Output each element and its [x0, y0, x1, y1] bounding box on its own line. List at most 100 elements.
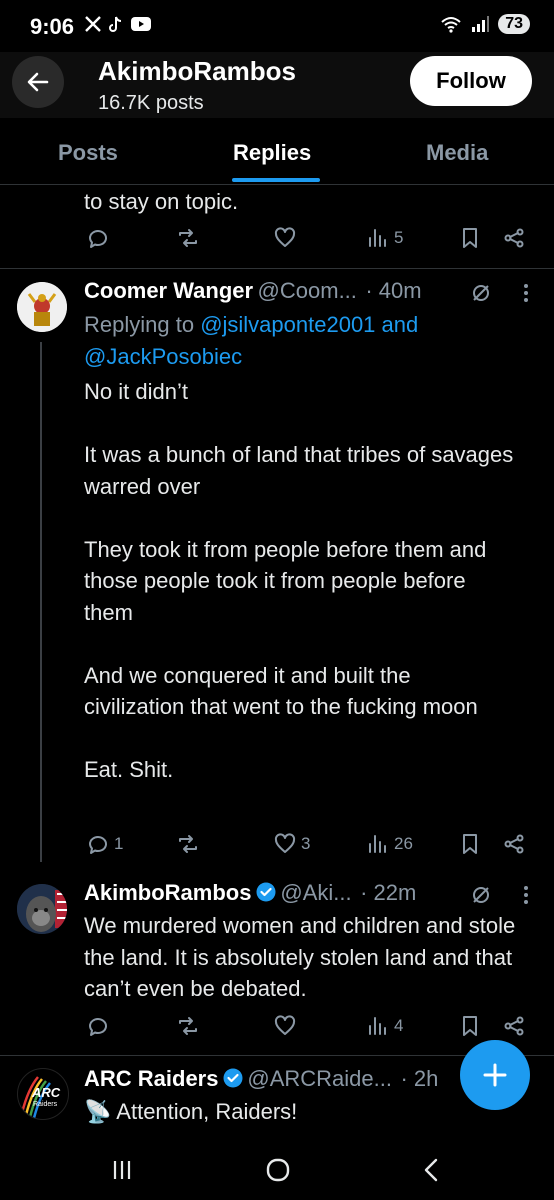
system-navigation-bar — [0, 1140, 554, 1200]
active-tab-indicator — [232, 178, 320, 182]
author-name[interactable]: Coomer Wanger — [84, 278, 253, 303]
arrow-left-icon — [27, 72, 49, 92]
bookmark-button[interactable] — [458, 226, 482, 250]
post-time: · 22m — [360, 880, 417, 905]
arc-raiders-logo-icon: ARC Raiders — [20, 1076, 61, 1119]
analytics-icon — [369, 835, 386, 853]
post-text: to stay on topic. — [84, 189, 239, 214]
recent-apps-icon[interactable] — [110, 1158, 134, 1182]
back-nav-icon[interactable] — [420, 1156, 444, 1184]
share-icon — [504, 228, 524, 248]
views-button[interactable]: 26 — [366, 832, 413, 856]
avatar[interactable] — [17, 282, 67, 332]
like-button[interactable]: 3 — [273, 832, 310, 856]
bookmark-button[interactable] — [458, 1014, 482, 1038]
battery-indicator: 73 — [498, 14, 530, 34]
share-button[interactable] — [502, 1014, 526, 1038]
status-time: 9:06 — [30, 14, 75, 39]
reply-button[interactable] — [86, 1014, 110, 1038]
reply-header: AkimboRambos @Aki... · 22m — [84, 880, 484, 906]
reply-button[interactable] — [86, 226, 110, 250]
x-logo-icon — [85, 16, 101, 32]
avatar[interactable]: ARC Raiders — [17, 1068, 69, 1120]
bookmark-icon — [463, 834, 477, 854]
profile-header: AkimboRambos 16.7K posts Follow — [0, 52, 554, 118]
repost-button[interactable] — [176, 1014, 200, 1038]
share-button[interactable] — [502, 832, 526, 856]
svg-text:ARC: ARC — [31, 1085, 61, 1100]
author-handle[interactable]: @Aki... — [280, 880, 351, 905]
author-name[interactable]: ARC Raiders — [84, 1066, 218, 1091]
post-text: We murdered women and children and stole… — [84, 913, 522, 1001]
status-bar: 9:06 73 — [0, 0, 554, 52]
wifi-icon — [441, 17, 461, 33]
tiktok-icon — [109, 16, 122, 32]
system-icons: 73 — [440, 14, 530, 34]
divider — [0, 268, 554, 269]
post-time: · 2h — [400, 1066, 439, 1091]
author-handle[interactable]: @Coom... — [258, 278, 357, 303]
more-icon[interactable] — [522, 282, 530, 304]
post-actions: 5 — [0, 226, 554, 258]
tab-media[interactable]: Media — [426, 140, 488, 166]
repost-icon — [179, 229, 197, 247]
post-time: · 40m — [365, 278, 422, 303]
views-button[interactable]: 4 — [366, 1014, 403, 1038]
reply-header: Coomer Wanger @Coom... · 40m — [84, 278, 484, 304]
more-icon[interactable] — [522, 884, 530, 906]
tab-posts[interactable]: Posts — [58, 140, 118, 166]
share-button[interactable] — [502, 226, 526, 250]
post-count: 16.7K posts — [98, 92, 204, 114]
follow-button[interactable]: Follow — [410, 56, 532, 106]
analytics-icon — [369, 229, 386, 247]
reply-count: 1 — [114, 834, 124, 853]
post-actions: 1 3 26 — [0, 832, 554, 864]
view-count: 4 — [394, 1016, 404, 1035]
tab-replies[interactable]: Replies — [233, 140, 311, 166]
author-name[interactable]: AkimboRambos — [84, 880, 251, 905]
mention-link[interactable]: @jsilvaponte2001 — [200, 312, 375, 337]
repost-button[interactable] — [176, 832, 200, 856]
verified-badge-icon — [223, 1068, 243, 1088]
mention-link[interactable]: @JackPosobiec — [84, 344, 242, 369]
comment-icon — [89, 836, 107, 854]
views-button[interactable]: 5 — [366, 226, 403, 250]
avatar-image — [17, 282, 67, 332]
analytics-icon — [369, 1017, 386, 1035]
replying-to: Replying to @jsilvaponte2001 and @JackPo… — [84, 309, 504, 372]
post-text: 📡 Attention, Raiders! — [84, 1099, 298, 1124]
grok-icon[interactable] — [470, 282, 492, 304]
avatar-image — [17, 884, 67, 934]
repost-icon — [179, 835, 197, 853]
svg-text:Raiders: Raiders — [33, 1101, 58, 1108]
youtube-icon — [131, 17, 151, 31]
like-count: 3 — [301, 834, 311, 853]
like-button[interactable] — [273, 1014, 297, 1038]
home-icon[interactable] — [264, 1156, 292, 1184]
heart-icon — [274, 1015, 296, 1035]
back-button[interactable] — [12, 56, 64, 108]
like-button[interactable] — [273, 226, 297, 250]
grok-icon[interactable] — [470, 884, 492, 906]
view-count: 26 — [394, 834, 413, 853]
profile-name: AkimboRambos — [98, 56, 296, 86]
author-handle[interactable]: @ARCRaide... — [247, 1066, 392, 1091]
share-icon — [504, 834, 524, 854]
signal-icon — [472, 16, 490, 32]
comment-icon — [89, 1018, 107, 1036]
reply-button[interactable]: 1 — [86, 832, 123, 856]
comment-icon — [89, 230, 107, 248]
heart-icon — [274, 227, 296, 247]
reply-header: ARC Raiders @ARCRaide... · 2h — [84, 1066, 484, 1092]
post-actions: 4 — [0, 1014, 554, 1046]
repost-button[interactable] — [176, 226, 200, 250]
plus-icon — [483, 1063, 507, 1087]
share-icon — [504, 1016, 524, 1036]
compose-button[interactable] — [460, 1040, 530, 1110]
bookmark-button[interactable] — [458, 832, 482, 856]
bookmark-icon — [463, 1016, 477, 1036]
avatar[interactable] — [17, 884, 67, 934]
replying-label: Replying to — [84, 312, 201, 337]
mention-and: and — [375, 312, 419, 337]
repost-icon — [179, 1017, 197, 1035]
